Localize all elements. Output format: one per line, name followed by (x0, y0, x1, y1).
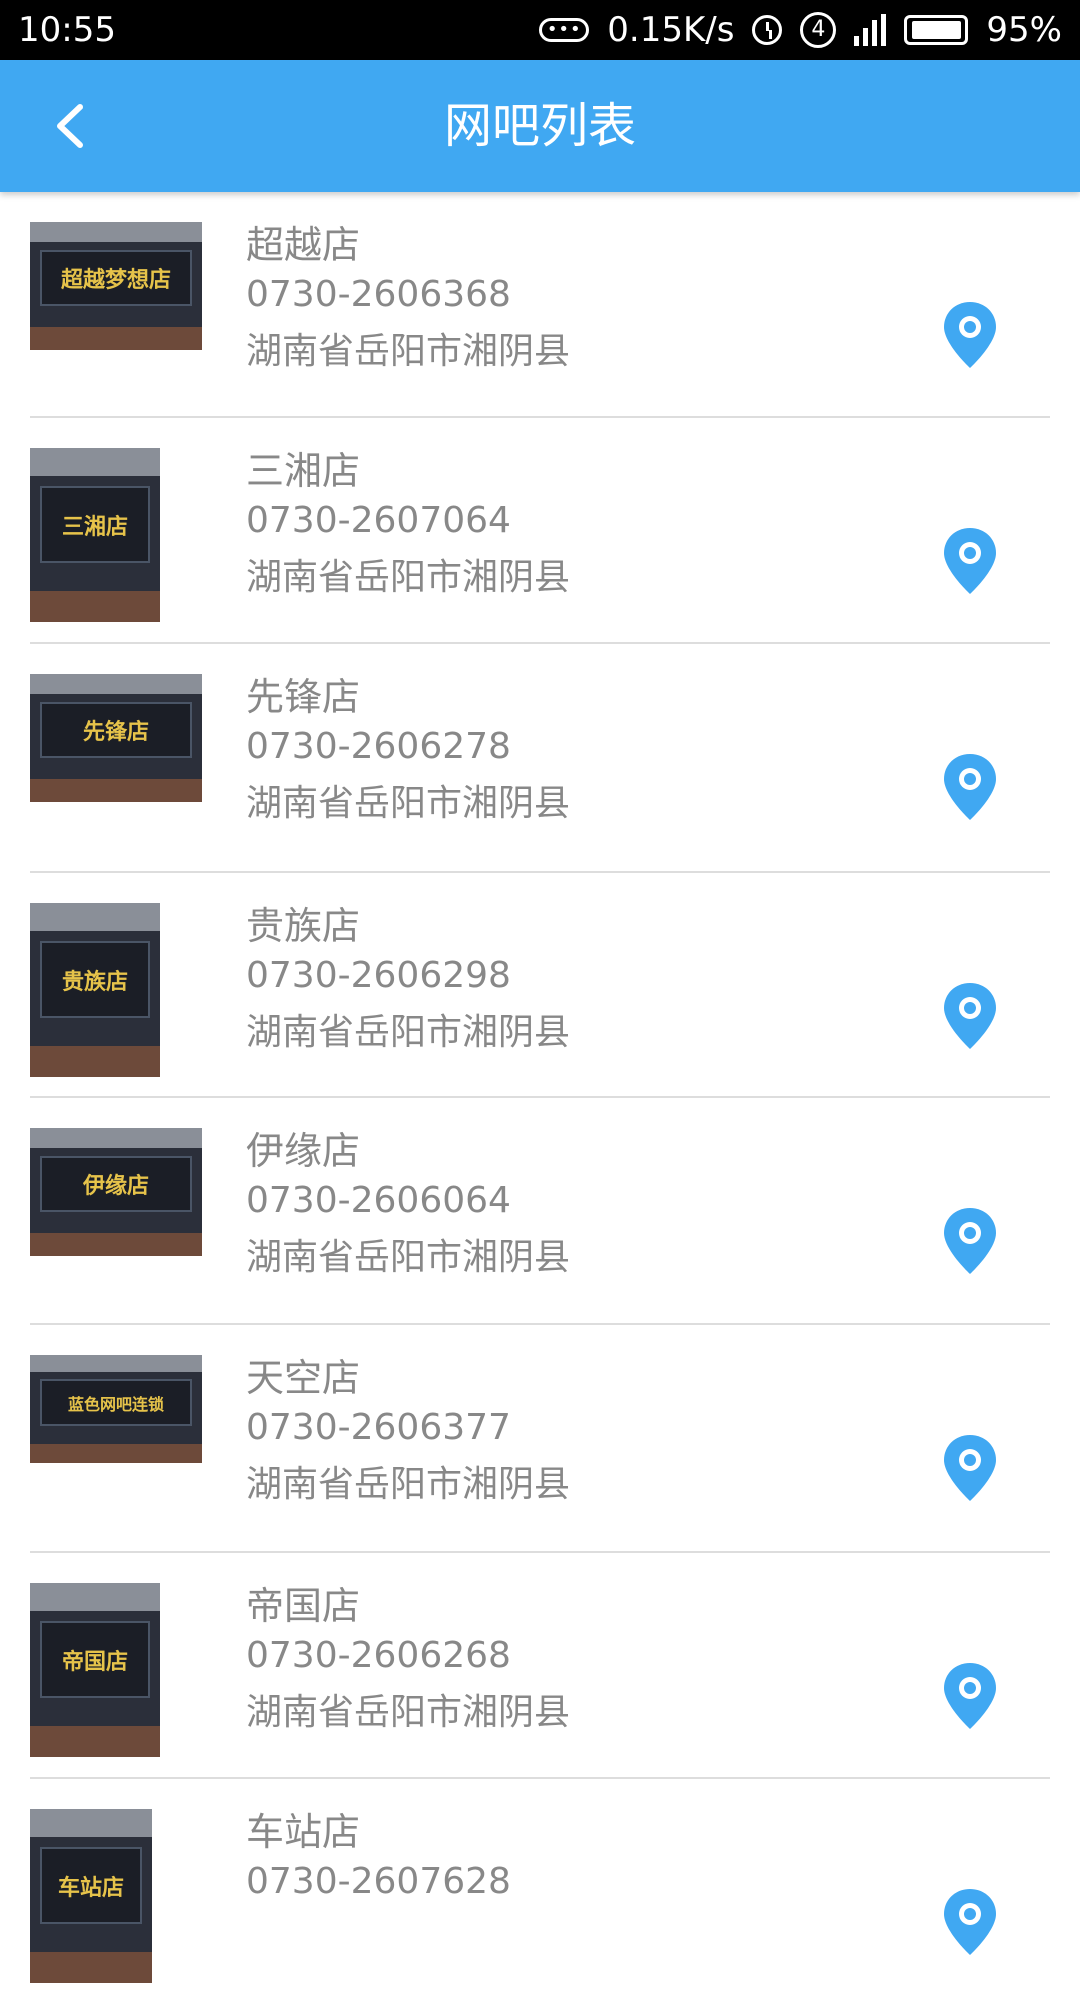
store-thumbnail: 先锋店 (30, 674, 202, 802)
store-name: 帝国店 (246, 1584, 361, 1628)
store-item[interactable]: 先锋店 先锋店 0730-2606278 湖南省岳阳市湘阴县 (30, 644, 1050, 873)
battery-icon (904, 15, 969, 45)
store-phone: 0730-2607628 (246, 1861, 511, 1902)
store-item[interactable]: 蓝色网吧连锁 天空店 0730-2606377 湖南省岳阳市湘阴县 (30, 1325, 1050, 1553)
store-thumbnail: 超越梦想店 (30, 222, 202, 350)
store-thumbnail: 三湘店 (30, 448, 160, 622)
store-thumbnail: 贵族店 (30, 903, 160, 1077)
location-pin-icon[interactable] (942, 752, 998, 822)
store-name: 三湘店 (246, 449, 361, 493)
store-item[interactable]: 三湘店 三湘店 0730-2607064 湖南省岳阳市湘阴县 (30, 418, 1050, 644)
store-item[interactable]: 帝国店 帝国店 0730-2606268 湖南省岳阳市湘阴县 (30, 1553, 1050, 1779)
more-dots-icon: ••• (539, 18, 590, 42)
store-name: 贵族店 (246, 904, 361, 948)
store-phone: 0730-2606268 (246, 1635, 511, 1676)
store-address: 湖南省岳阳市湘阴县 (246, 557, 571, 598)
signal-icon (854, 14, 887, 46)
store-sign: 车站店 (40, 1847, 142, 1924)
status-bar: 10:55 ••• 0.15K/s 4 95% (0, 0, 1080, 60)
store-thumbnail: 车站店 (30, 1809, 152, 1983)
store-phone: 0730-2606278 (246, 726, 511, 767)
app-bar: 网吧列表 (0, 60, 1080, 192)
store-phone: 0730-2606368 (246, 274, 511, 315)
store-name: 伊缘店 (246, 1129, 361, 1173)
location-pin-icon[interactable] (942, 1433, 998, 1503)
store-thumbnail: 蓝色网吧连锁 (30, 1355, 202, 1463)
store-thumbnail: 伊缘店 (30, 1128, 202, 1256)
page-title: 网吧列表 (443, 98, 636, 154)
store-list: 超越梦想店 超越店 0730-2606368 湖南省岳阳市湘阴县 三湘店 三湘店… (30, 192, 1050, 2005)
store-address: 湖南省岳阳市湘阴县 (246, 1237, 571, 1278)
alarm-icon (752, 15, 783, 45)
store-sign: 先锋店 (40, 702, 192, 759)
store-name: 超越店 (246, 223, 361, 267)
store-phone: 0730-2606064 (246, 1180, 511, 1221)
store-sign: 伊缘店 (40, 1156, 192, 1213)
network-speed: 0.15K/s (607, 10, 735, 50)
store-address: 湖南省岳阳市湘阴县 (246, 331, 571, 372)
location-pin-icon[interactable] (942, 526, 998, 596)
store-address: 湖南省岳阳市湘阴县 (246, 1464, 571, 1505)
store-sign: 超越梦想店 (40, 250, 192, 307)
store-sign: 蓝色网吧连锁 (40, 1378, 192, 1427)
store-item[interactable]: 车站店 车站店 0730-2607628 (30, 1779, 1050, 2005)
sim-slot-icon: 4 (800, 12, 837, 48)
store-name: 车站店 (246, 1810, 361, 1854)
location-pin-icon[interactable] (942, 981, 998, 1051)
store-address: 湖南省岳阳市湘阴县 (246, 1692, 571, 1733)
store-name: 天空店 (246, 1356, 361, 1400)
store-sign: 贵族店 (40, 941, 150, 1018)
store-sign: 帝国店 (40, 1621, 150, 1698)
store-item[interactable]: 贵族店 贵族店 0730-2606298 湖南省岳阳市湘阴县 (30, 873, 1050, 1098)
store-phone: 0730-2606298 (246, 955, 511, 996)
store-phone: 0730-2607064 (246, 500, 511, 541)
store-sign: 三湘店 (40, 486, 150, 563)
location-pin-icon[interactable] (942, 1661, 998, 1731)
store-phone: 0730-2606377 (246, 1407, 511, 1448)
status-time: 10:55 (18, 10, 116, 50)
status-indicators: ••• 0.15K/s 4 95% (539, 10, 1062, 50)
store-name: 先锋店 (246, 675, 361, 719)
location-pin-icon[interactable] (942, 1887, 998, 1957)
battery-percent: 95% (986, 10, 1062, 50)
store-item[interactable]: 伊缘店 伊缘店 0730-2606064 湖南省岳阳市湘阴县 (30, 1098, 1050, 1325)
store-thumbnail: 帝国店 (30, 1583, 160, 1757)
store-address: 湖南省岳阳市湘阴县 (246, 783, 571, 824)
location-pin-icon[interactable] (942, 1206, 998, 1276)
location-pin-icon[interactable] (942, 300, 998, 370)
store-address: 湖南省岳阳市湘阴县 (246, 1012, 571, 1053)
store-item[interactable]: 超越梦想店 超越店 0730-2606368 湖南省岳阳市湘阴县 (30, 192, 1050, 418)
